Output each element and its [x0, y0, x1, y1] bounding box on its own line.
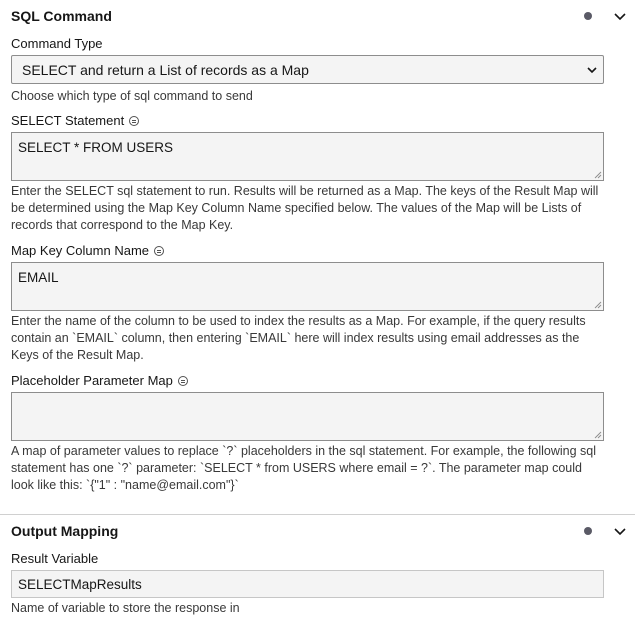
output-mapping-title: Output Mapping — [11, 523, 119, 539]
resize-handle-icon[interactable] — [594, 301, 602, 309]
map-key-column-value: EMAIL — [18, 270, 59, 285]
chevron-down-icon[interactable] — [613, 9, 627, 23]
command-type-helper: Choose which type of sql command to send — [11, 89, 253, 103]
output-mapping-section: Output Mapping Result Variable SELECTMap… — [0, 515, 635, 624]
status-dot-icon — [584, 12, 592, 20]
info-icon[interactable] — [154, 245, 164, 256]
command-type-selected: SELECT and return a List of records as a… — [22, 61, 309, 78]
result-variable-label: Result Variable — [11, 551, 98, 566]
info-icon[interactable] — [129, 115, 140, 126]
result-variable-value: SELECTMapResults — [18, 576, 142, 592]
sql-command-title: SQL Command — [11, 8, 112, 24]
command-type-select[interactable]: SELECT and return a List of records as a… — [11, 55, 604, 84]
result-variable-input[interactable]: SELECTMapResults — [11, 570, 604, 598]
result-variable-label-text: Result Variable — [11, 551, 99, 566]
select-statement-helper: Enter the SELECT sql statement to run. R… — [11, 184, 599, 232]
select-statement-textarea[interactable]: SELECT * FROM USERS — [11, 132, 604, 181]
map-key-column-textarea[interactable]: EMAIL — [11, 262, 604, 311]
status-dot-icon — [584, 527, 592, 535]
select-statement-value: SELECT * FROM USERS — [18, 140, 174, 155]
select-statement-label: SELECT Statement — [11, 113, 140, 128]
info-icon[interactable] — [177, 375, 188, 386]
map-key-column-helper: Enter the name of the column to be used … — [11, 314, 586, 362]
select-statement-label-text: SELECT Statement — [11, 113, 125, 128]
resize-handle-icon[interactable] — [594, 431, 602, 439]
command-type-label-text: Command Type — [11, 36, 103, 51]
command-type-label: Command Type — [11, 36, 103, 51]
map-key-column-label-text: Map Key Column Name — [11, 243, 149, 258]
select-arrow-icon — [587, 67, 597, 74]
chevron-down-icon[interactable] — [613, 524, 627, 538]
result-variable-helper: Name of variable to store the response i… — [11, 601, 240, 615]
placeholder-map-helper: A map of parameter values to replace `?`… — [11, 444, 597, 492]
placeholder-map-label-text: Placeholder Parameter Map — [11, 373, 173, 388]
sql-command-section: SQL Command Command Type SELECT and retu… — [0, 0, 635, 514]
placeholder-map-textarea[interactable] — [11, 392, 604, 441]
map-key-column-label: Map Key Column Name — [11, 243, 164, 258]
resize-handle-icon[interactable] — [594, 171, 602, 179]
placeholder-map-label: Placeholder Parameter Map — [11, 373, 188, 388]
